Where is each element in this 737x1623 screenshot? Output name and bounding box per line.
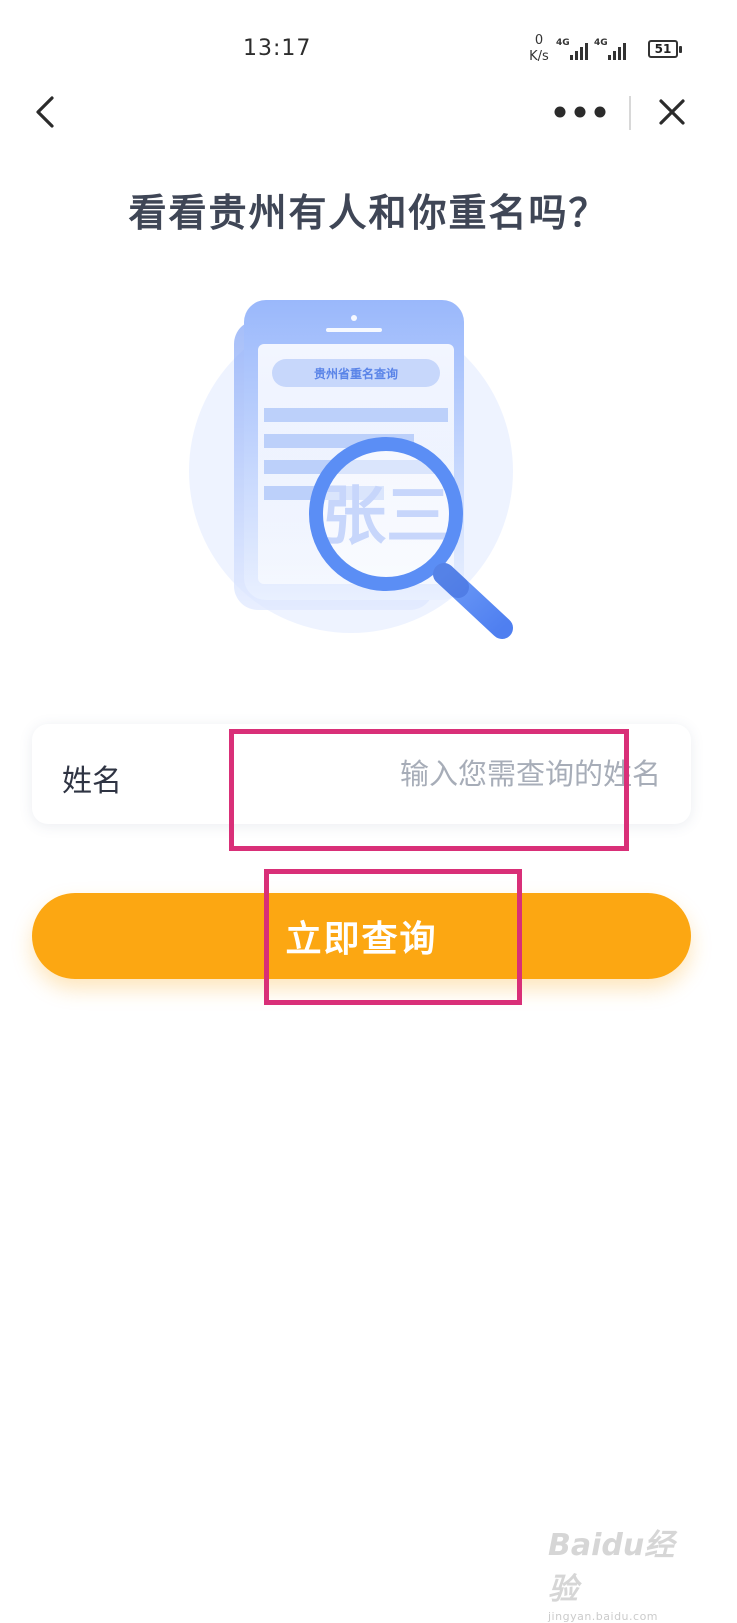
close-icon[interactable]: [656, 96, 688, 128]
nav-divider: [629, 96, 631, 130]
signal-icon: 4G: [556, 38, 590, 62]
highlight-box-input: [229, 729, 629, 851]
highlight-box-button: [264, 869, 522, 1005]
watermark-url: jingyan.baidu.com: [548, 1610, 659, 1623]
network-speed-value: 0: [534, 33, 544, 48]
signal-icon: 4G: [594, 38, 628, 62]
chevron-left-icon[interactable]: [28, 92, 68, 132]
illustration-sample-name: 张三: [322, 480, 450, 554]
name-label: 姓名: [62, 764, 122, 799]
watermark: Baidu经验 jingyan.baidu.com: [548, 1520, 698, 1623]
network-type: 4G: [594, 38, 608, 48]
battery-icon: 51: [648, 40, 682, 58]
page-title: 看看贵州有人和你重名吗？: [128, 191, 609, 235]
more-dots-icon[interactable]: [552, 100, 608, 124]
network-speed-unit: K/s: [529, 49, 549, 64]
network-type: 4G: [556, 38, 570, 48]
status-time: 13:17: [243, 36, 312, 61]
illustration-banner-text: 贵州省重名查询: [314, 366, 398, 381]
search-illustration: 贵州省重名查询 张三: [189, 300, 513, 639]
network-speed: 0 K/s: [524, 33, 554, 65]
status-bar: 13:17 0 K/s 4G 4G 51: [0, 0, 737, 88]
watermark-logo: Baidu经验: [548, 1528, 675, 1607]
